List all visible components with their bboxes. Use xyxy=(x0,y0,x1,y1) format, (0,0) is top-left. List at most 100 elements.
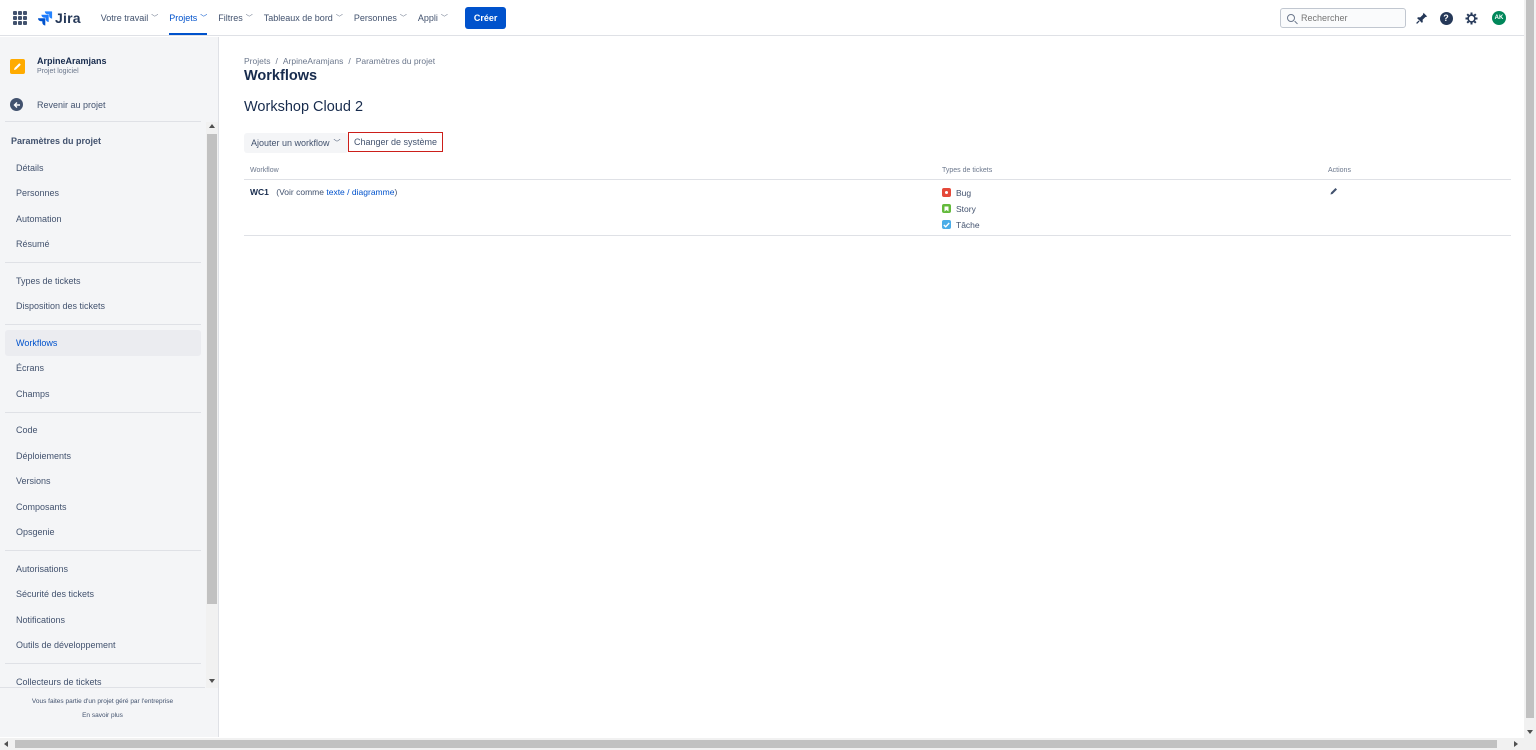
table-header-row: Workflow Types de tickets Actions xyxy=(244,163,1511,180)
nav-filters[interactable]: Filtres ﹀ xyxy=(218,0,253,36)
app-switcher-icon[interactable] xyxy=(13,10,27,25)
sidebar-item-deployments[interactable]: Déploiements xyxy=(5,443,201,469)
help-icon[interactable]: ? xyxy=(1438,10,1454,26)
sidebar-scroll-area[interactable]: Paramètres du projet Détails Personnes A… xyxy=(0,121,219,686)
nav-your-work-label: Votre travail xyxy=(100,12,149,23)
sidebar-item-details[interactable]: Détails xyxy=(5,155,201,181)
sidebar-item-workflows[interactable]: Workflows xyxy=(5,330,201,356)
chevron-down-icon: ﹀ xyxy=(440,14,448,22)
issue-type-label: Tâche xyxy=(956,219,980,230)
change-scheme-button[interactable]: Changer de système xyxy=(348,132,444,152)
task-check-icon xyxy=(942,220,951,229)
notifications-icon[interactable] xyxy=(1414,10,1430,26)
page-vertical-scrollbar-thumb[interactable] xyxy=(1526,0,1534,718)
search-icon xyxy=(1287,14,1295,22)
sidebar-item-summary[interactable]: Résumé xyxy=(5,232,201,258)
sidebar-item-components[interactable]: Composants xyxy=(5,494,201,520)
sidebar-item-automation[interactable]: Automation xyxy=(5,206,201,232)
view-as-diagram-link[interactable]: diagramme xyxy=(352,187,395,197)
pencil-icon xyxy=(14,63,21,70)
view-as-text-link[interactable]: texte xyxy=(326,187,344,197)
edit-pencil-icon[interactable] xyxy=(1330,187,1338,197)
nav-apps[interactable]: Appli ﹀ xyxy=(418,0,448,36)
issue-type-label: Story xyxy=(956,203,976,214)
chevron-down-icon: ﹀ xyxy=(151,14,159,22)
actions-cell xyxy=(1322,179,1511,236)
issue-type-label: Bug xyxy=(956,187,972,198)
chevron-down-icon: ﹀ xyxy=(335,14,343,22)
nav-projects[interactable]: Projets ﹀ xyxy=(169,0,208,36)
search-box[interactable] xyxy=(1280,8,1406,28)
nav-your-work[interactable]: Votre travail ﹀ xyxy=(101,0,159,36)
page-horizontal-scrollbar-thumb[interactable] xyxy=(15,740,1497,748)
search-input[interactable] xyxy=(1301,13,1401,23)
scroll-up-icon[interactable] xyxy=(209,124,215,128)
user-avatar[interactable]: AK xyxy=(1491,10,1507,26)
project-avatar-icon xyxy=(10,59,25,74)
nav-dashboards[interactable]: Tableaux de bord ﹀ xyxy=(264,0,343,36)
issue-types-cell: Bug Story Tâche xyxy=(936,179,1322,236)
sidebar-item-issue-security[interactable]: Sécurité des tickets xyxy=(5,582,201,608)
back-to-project-link[interactable]: Revenir au projet xyxy=(10,98,106,111)
chevron-down-icon: ﹀ xyxy=(200,14,208,22)
managed-project-notice: Vous faites partie d'un projet géré par … xyxy=(31,698,174,705)
sidebar-item-notifications[interactable]: Notifications xyxy=(5,607,201,633)
sidebar-item-permissions[interactable]: Autorisations xyxy=(5,556,201,582)
breadcrumb-settings[interactable]: Paramètres du projet xyxy=(356,56,435,66)
jira-logo-icon xyxy=(38,10,53,25)
project-header[interactable]: ArpineAramjans Projet logiciel xyxy=(10,56,107,75)
sidebar-item-people[interactable]: Personnes xyxy=(5,181,201,207)
workflow-table: Workflow Types de tickets Actions WC1 (V… xyxy=(244,163,1511,236)
bug-icon xyxy=(942,188,951,197)
nav-projects-label: Projets xyxy=(169,12,198,23)
gear-icon xyxy=(1465,12,1477,24)
issue-type-bug: Bug xyxy=(942,185,1322,201)
sidebar-item-issue-layout[interactable]: Disposition des tickets xyxy=(5,294,201,320)
sidebar-item-issue-types[interactable]: Types de tickets xyxy=(5,268,201,294)
sidebar-item-screens[interactable]: Écrans xyxy=(5,356,201,382)
page-horizontal-scrollbar[interactable] xyxy=(0,738,1536,750)
back-to-project-label: Revenir au projet xyxy=(37,99,106,110)
page-vertical-scrollbar[interactable] xyxy=(1524,0,1536,738)
help-icon-glyph: ? xyxy=(1439,11,1453,25)
sidebar-item-issue-collectors[interactable]: Collecteurs de tickets xyxy=(5,669,201,686)
sidebar-item-versions[interactable]: Versions xyxy=(5,469,201,495)
nav-filters-label: Filtres xyxy=(218,12,243,23)
scroll-left-icon[interactable] xyxy=(4,741,8,747)
sidebar-item-opsgenie[interactable]: Opsgenie xyxy=(5,520,201,546)
notifications-icon-svg xyxy=(1416,12,1428,24)
nav-dashboards-label: Tableaux de bord xyxy=(263,12,333,23)
settings-gear-icon[interactable] xyxy=(1463,10,1479,26)
sidebar-item-dev-tools[interactable]: Outils de développement xyxy=(5,633,201,659)
scroll-down-icon[interactable] xyxy=(209,679,215,683)
scroll-down-icon[interactable] xyxy=(1527,730,1533,734)
view-as-prefix: (Voir comme xyxy=(276,186,324,197)
nav-people[interactable]: Personnes ﹀ xyxy=(354,0,407,36)
jira-logo[interactable]: Jira xyxy=(37,10,81,26)
sidebar-item-fields[interactable]: Champs xyxy=(5,381,201,407)
view-as-suffix: ) xyxy=(394,186,398,197)
column-header-actions: Actions xyxy=(1322,163,1511,180)
issue-type-story: Story xyxy=(942,201,1322,217)
top-navigation: Jira Votre travail ﹀ Projets ﹀ Filtres ﹀ Ta… xyxy=(0,0,1536,36)
chevron-down-icon: ﹀ xyxy=(399,14,407,22)
add-workflow-button[interactable]: Ajouter un workflow ﹀ xyxy=(244,133,348,153)
sidebar-scrollbar-thumb[interactable] xyxy=(207,134,217,604)
learn-more-link[interactable]: En savoir plus xyxy=(0,712,205,719)
sidebar-section-title: Paramètres du projet xyxy=(11,136,102,146)
sidebar-item-code[interactable]: Code xyxy=(5,418,201,444)
table-row: WC1 (Voir comme texte / diagramme) Bug S… xyxy=(244,179,1511,236)
workflow-name: WC1 xyxy=(250,186,269,197)
nav-people-label: Personnes xyxy=(353,12,397,23)
chevron-down-icon: ﹀ xyxy=(245,14,253,22)
breadcrumb-separator: / xyxy=(348,56,351,66)
page-title: Workflows xyxy=(244,68,318,84)
create-button[interactable]: Créer xyxy=(464,6,507,29)
breadcrumb-projects[interactable]: Projets xyxy=(244,56,270,66)
workflow-scheme-name: Workshop Cloud 2 xyxy=(244,99,364,115)
breadcrumb-project[interactable]: ArpineAramjans xyxy=(283,56,343,66)
link-separator: / xyxy=(347,186,350,197)
workflow-cell: WC1 (Voir comme texte / diagramme) xyxy=(244,179,936,236)
nav-apps-label: Appli xyxy=(417,12,438,23)
scroll-right-icon[interactable] xyxy=(1514,741,1518,747)
